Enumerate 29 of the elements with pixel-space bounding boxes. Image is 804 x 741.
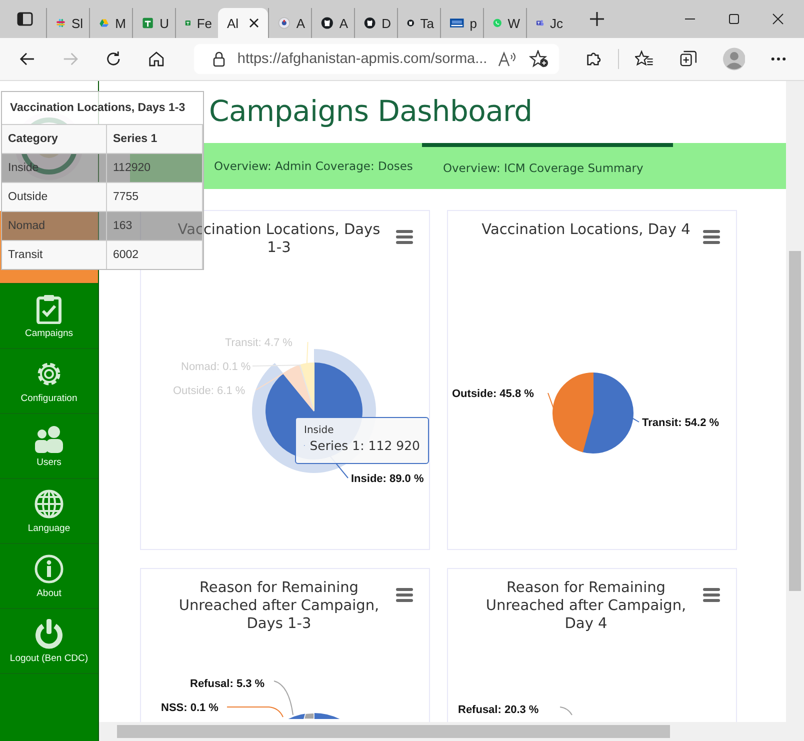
page-heading: Campaigns Dashboard bbox=[209, 93, 532, 129]
data-label: Transit: 54.2 % bbox=[642, 417, 720, 429]
nav-tab[interactable]: Overview: ICM Coverage Summary bbox=[422, 143, 674, 175]
table-cell: Outside bbox=[2, 183, 107, 211]
chart-title: Reason for Remaining Unreached after Campaign, Day 4 bbox=[484, 579, 688, 633]
nav-tab[interactable]: Overview: Admin Coverage: Doses bbox=[214, 159, 413, 173]
sidebar-item[interactable]: Campaigns bbox=[0, 284, 98, 349]
data-label: Refusal: 20.3 % bbox=[458, 704, 539, 716]
sidebar-item[interactable]: Users bbox=[0, 414, 98, 479]
table-cell: 6002 bbox=[107, 241, 203, 269]
data-label: Outside: 45.8 % bbox=[452, 388, 534, 400]
address-bar[interactable]: https://afghanistan-apmis.com/sorma... bbox=[194, 44, 560, 74]
url-text: https://afghanistan-apmis.com/sorma... bbox=[237, 51, 488, 67]
table-cell: Transit bbox=[2, 241, 107, 269]
sidebar-item[interactable]: Logout (Ben CDC) bbox=[0, 609, 98, 674]
chart-title: Vaccination Locations, Day 4 bbox=[480, 221, 692, 239]
data-label: Refusal: 5.3 % bbox=[190, 678, 265, 690]
data-label: Inside: 89.0 % bbox=[351, 473, 424, 485]
column-header: Series 1 bbox=[107, 125, 203, 153]
tooltip-title: Inside bbox=[304, 425, 335, 436]
tooltip-value: Series 1: 112 920 bbox=[310, 438, 420, 453]
sidebar-item[interactable]: Language bbox=[0, 479, 98, 544]
column-header: Category bbox=[2, 125, 107, 153]
sidebar-item[interactable]: Configuration bbox=[0, 349, 98, 414]
browser-tab[interactable]: Al bbox=[218, 8, 268, 38]
chart-title: Reason for Remaining Unreached after Campaign, Days 1-3 bbox=[178, 579, 380, 633]
sidebar-item[interactable]: About bbox=[0, 544, 98, 609]
table-cell: 7755 bbox=[107, 183, 203, 211]
data-label: NSS: 0.1 % bbox=[161, 702, 218, 714]
